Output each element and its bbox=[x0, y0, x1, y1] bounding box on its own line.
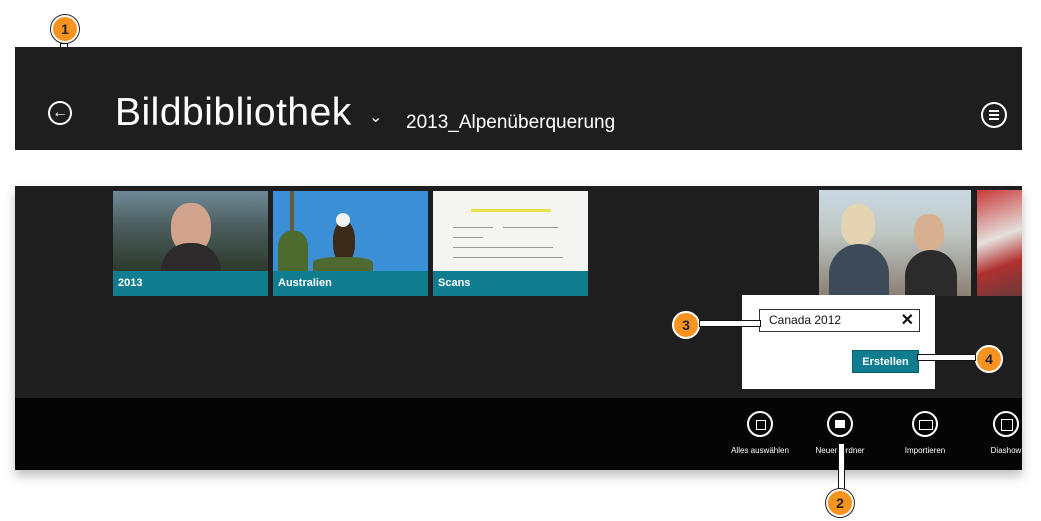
folder-tile-2013[interactable]: 2013 bbox=[113, 191, 268, 296]
callout-4-leader bbox=[917, 354, 976, 361]
content-panel: 2013 Australien Scans Canada 2012 ✕ Erst… bbox=[15, 186, 1022, 470]
folder-name-value: Canada 2012 bbox=[769, 313, 842, 327]
callout-3-leader bbox=[699, 320, 761, 327]
slideshow-button[interactable]: Diashow bbox=[961, 411, 1041, 455]
page-title: Bildbibliothek bbox=[115, 91, 352, 134]
folder-tile-australien[interactable]: Australien bbox=[273, 191, 428, 296]
breadcrumb-folder: 2013_Alpenüberquerung bbox=[406, 112, 616, 133]
select-all-icon bbox=[747, 411, 773, 437]
new-folder-icon bbox=[827, 411, 853, 437]
list-view-icon[interactable] bbox=[981, 102, 1007, 128]
callout-2-leader bbox=[838, 443, 845, 490]
tile-label: Australien bbox=[273, 271, 428, 296]
callout-4: 4 bbox=[975, 345, 1003, 373]
clear-icon[interactable]: ✕ bbox=[901, 310, 914, 331]
photo-thumbnail[interactable] bbox=[819, 190, 971, 296]
folder-tile-scans[interactable]: Scans bbox=[433, 191, 588, 296]
folder-thumbnail bbox=[433, 191, 588, 271]
command-label: Alles auswählen bbox=[731, 446, 789, 455]
header-panel: ← Bildbibliothek ⌄ 2013_Alpenüberquerung bbox=[15, 47, 1022, 150]
folder-name-input[interactable]: Canada 2012 ✕ bbox=[759, 309, 920, 332]
command-label: Importieren bbox=[904, 446, 946, 455]
import-icon bbox=[912, 411, 938, 437]
import-button[interactable]: Importieren bbox=[880, 411, 970, 455]
slideshow-icon bbox=[993, 411, 1019, 437]
callout-2: 2 bbox=[826, 489, 854, 517]
callout-3: 3 bbox=[672, 311, 700, 339]
photo-thumbnail[interactable] bbox=[977, 190, 1022, 296]
select-all-button[interactable]: Alles auswählen bbox=[715, 411, 805, 455]
app-bar: Alles auswählen Neuer Ordner Importieren… bbox=[15, 398, 1022, 470]
callout-1: 1 bbox=[51, 15, 79, 43]
new-folder-dialog: Canada 2012 ✕ Erstellen bbox=[742, 295, 935, 389]
tile-label: Scans bbox=[433, 271, 588, 296]
create-button[interactable]: Erstellen bbox=[852, 350, 919, 373]
back-arrow-icon[interactable]: ← bbox=[48, 101, 72, 125]
folder-thumbnail bbox=[273, 191, 428, 271]
chevron-down-icon[interactable]: ⌄ bbox=[369, 107, 382, 127]
folder-thumbnail bbox=[113, 191, 268, 271]
command-label: Diashow bbox=[990, 446, 1022, 455]
tile-label: 2013 bbox=[113, 271, 268, 296]
